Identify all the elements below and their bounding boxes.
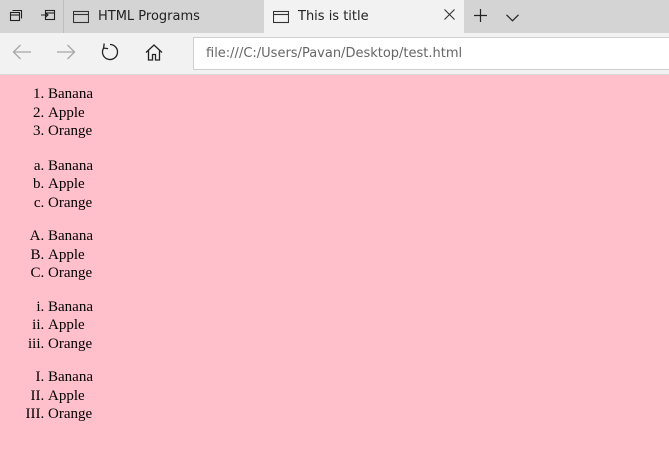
list-item: Apple bbox=[48, 246, 669, 265]
address-text: file:///C:/Users/Pavan/Desktop/test.html bbox=[206, 46, 463, 61]
back-arrow-icon bbox=[12, 44, 32, 64]
forward-button[interactable] bbox=[46, 37, 86, 71]
set-tabs-aside-icon bbox=[40, 7, 56, 26]
plus-icon bbox=[473, 7, 487, 26]
page-content: Banana Apple Orange Banana Apple Orange … bbox=[0, 76, 669, 470]
forward-arrow-icon bbox=[56, 44, 76, 64]
ordered-list-upper-roman: Banana Apple Orange bbox=[0, 368, 669, 424]
list-item: Orange bbox=[48, 122, 669, 141]
list-item: Orange bbox=[48, 335, 669, 354]
list-item: Apple bbox=[48, 104, 669, 123]
tab-preview-icon bbox=[9, 7, 23, 26]
ordered-list-lower-alpha: Banana Apple Orange bbox=[0, 157, 669, 213]
navigation-bar: file:///C:/Users/Pavan/Desktop/test.html bbox=[0, 33, 669, 75]
list-item: Banana bbox=[48, 368, 669, 387]
new-tab-button[interactable] bbox=[464, 0, 496, 33]
list-item: Apple bbox=[48, 175, 669, 194]
tab-list-button[interactable] bbox=[496, 0, 528, 33]
address-bar[interactable]: file:///C:/Users/Pavan/Desktop/test.html bbox=[193, 37, 669, 70]
tab-preview-button[interactable] bbox=[0, 0, 32, 33]
list-item: Banana bbox=[48, 85, 669, 104]
chevron-down-icon bbox=[505, 7, 519, 26]
ordered-list-lower-roman: Banana Apple Orange bbox=[0, 298, 669, 354]
list-item: Apple bbox=[48, 387, 669, 406]
home-button[interactable] bbox=[134, 37, 174, 71]
list-item: Orange bbox=[48, 264, 669, 283]
list-item: Banana bbox=[48, 298, 669, 317]
tab-strip: HTML Programs This is title bbox=[0, 0, 669, 33]
list-item: Apple bbox=[48, 316, 669, 335]
tab-this-is-title[interactable]: This is title bbox=[264, 0, 464, 33]
refresh-icon bbox=[100, 42, 120, 66]
tab-title: This is title bbox=[298, 9, 369, 24]
page-icon bbox=[273, 10, 289, 24]
close-tab-button[interactable] bbox=[434, 0, 464, 33]
page-icon bbox=[73, 10, 89, 24]
ordered-list-upper-alpha: Banana Apple Orange bbox=[0, 227, 669, 283]
tab-title: HTML Programs bbox=[98, 9, 200, 24]
refresh-button[interactable] bbox=[90, 37, 130, 71]
tab-html-programs[interactable]: HTML Programs bbox=[63, 0, 264, 33]
list-item: Banana bbox=[48, 227, 669, 246]
list-item: Orange bbox=[48, 194, 669, 213]
ordered-list-decimal: Banana Apple Orange bbox=[0, 85, 669, 141]
set-tabs-aside-button[interactable] bbox=[32, 0, 64, 33]
list-item: Banana bbox=[48, 157, 669, 176]
close-icon bbox=[443, 9, 455, 24]
home-icon bbox=[145, 43, 163, 65]
list-item: Orange bbox=[48, 405, 669, 424]
back-button[interactable] bbox=[2, 37, 42, 71]
